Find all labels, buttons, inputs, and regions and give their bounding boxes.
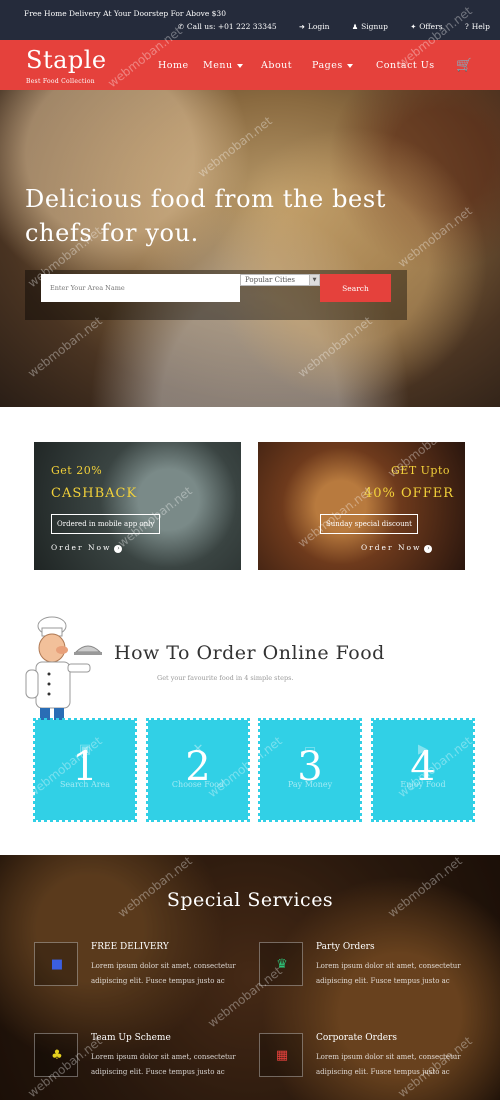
how-to-order-subtitle: Get your favourite food in 4 simple step…: [157, 674, 294, 682]
gift-icon: ✦: [410, 23, 417, 31]
search-panel: Popular Cities▼ Search: [25, 270, 407, 320]
step-tile-3[interactable]: ▭ Pay Money 3: [258, 718, 362, 822]
users-icon: ♣: [51, 1048, 63, 1063]
top-bar: Free Home Delivery At Your Doorstep For …: [0, 0, 500, 40]
dropdown-arrow-icon: ▼: [309, 275, 319, 285]
offers-link[interactable]: ✦ Offers: [410, 22, 452, 31]
nav-item-about[interactable]: About: [261, 60, 292, 71]
signup-link[interactable]: ♟ Signup: [352, 22, 398, 31]
service-description: Lorem ipsum dolor sit amet, consectetur …: [316, 962, 461, 985]
logo-tagline: Best Food Collection: [26, 78, 95, 85]
step-tile-2[interactable]: ✕ Choose Food 2: [146, 718, 250, 822]
how-to-order-title: How To Order Online Food: [114, 642, 385, 664]
order-now-link[interactable]: Order Now ›: [361, 543, 433, 553]
area-search-input[interactable]: [41, 274, 240, 302]
offer-card-cashback[interactable]: Get 20% CASHBACK Ordered in mobile app o…: [34, 442, 241, 570]
offer-tag: Sunday special discount: [320, 514, 418, 534]
chevron-down-icon: [346, 63, 353, 68]
login-icon: ➜: [299, 23, 305, 31]
top-links: ✆ Call us: +01 222 33345 ➜ Login ♟ Signup ✦…: [178, 22, 500, 31]
step-number: 3: [297, 744, 323, 790]
service-icon-box: ♣: [34, 1033, 78, 1077]
help-link[interactable]: ? Help: [465, 22, 500, 31]
service-icon-box: ■: [34, 942, 78, 986]
service-name: Corporate Orders: [316, 1033, 397, 1043]
special-services-section: Special Services ■ FREE DELIVERY Lorem i…: [0, 855, 500, 1100]
call-link[interactable]: ✆ Call us: +01 222 33345: [178, 22, 287, 31]
step-tile-1[interactable]: ▣ Search Area 1: [33, 718, 137, 822]
nav-item-pages[interactable]: Pages: [312, 60, 353, 71]
chef-mascot-illustration: [25, 616, 102, 729]
step-number: 1: [72, 744, 98, 790]
cart-icon[interactable]: 🛒: [456, 58, 472, 73]
phone-icon: ✆: [178, 23, 184, 31]
city-select[interactable]: Popular Cities ▼: [240, 274, 320, 286]
main-nav: Staple Best Food Collection Home Menu Ab…: [0, 40, 500, 90]
offer-headline: 40% OFFER: [364, 486, 455, 501]
step-tile-4[interactable]: ▶ Enjoy Food 4: [371, 718, 475, 822]
building-icon: ▦: [275, 1048, 289, 1063]
step-number: 4: [410, 744, 436, 790]
order-now-link[interactable]: Order Now ›: [51, 543, 123, 553]
offer-card-discount[interactable]: GET Upto 40% OFFER Sunday special discou…: [258, 442, 465, 570]
login-link[interactable]: ➜ Login: [299, 22, 339, 31]
truck-icon: ■: [50, 957, 64, 972]
service-icon-box: ♛: [259, 942, 303, 986]
chevron-down-icon: [236, 63, 243, 68]
step-number: 2: [185, 744, 211, 790]
logo[interactable]: Staple: [26, 46, 107, 74]
arrow-right-icon: ›: [424, 545, 433, 553]
nav-item-menu[interactable]: Menu: [203, 60, 243, 71]
offer-tag: Ordered in mobile app only: [51, 514, 161, 534]
offer-headline: CASHBACK: [51, 486, 138, 501]
service-name: Party Orders: [316, 942, 375, 952]
service-description: Lorem ipsum dolor sit amet, consectetur …: [316, 1053, 461, 1076]
cake-icon: ♛: [276, 957, 288, 972]
service-name: Team Up Scheme: [91, 1033, 171, 1043]
offer-pre: GET Upto: [391, 464, 451, 477]
service-icon-box: ▦: [259, 1033, 303, 1077]
user-plus-icon: ♟: [351, 23, 359, 31]
hero-heading: Delicious food from the best chefs for y…: [25, 185, 386, 247]
service-description: Lorem ipsum dolor sit amet, consectetur …: [91, 1053, 236, 1076]
search-button[interactable]: Search: [320, 274, 391, 302]
nav-item-home[interactable]: Home: [158, 60, 189, 71]
service-description: Lorem ipsum dolor sit amet, consectetur …: [91, 962, 236, 985]
hero-banner: Delicious food from the best chefs for y…: [0, 90, 500, 407]
offer-pre: Get 20%: [51, 464, 103, 477]
question-icon: ?: [464, 23, 469, 31]
promo-text: Free Home Delivery At Your Doorstep For …: [24, 9, 226, 18]
nav-item-contact[interactable]: Contact Us: [376, 60, 435, 71]
service-name: FREE DELIVERY: [91, 942, 169, 952]
arrow-right-icon: ›: [114, 545, 123, 553]
services-title: Special Services: [166, 889, 334, 911]
